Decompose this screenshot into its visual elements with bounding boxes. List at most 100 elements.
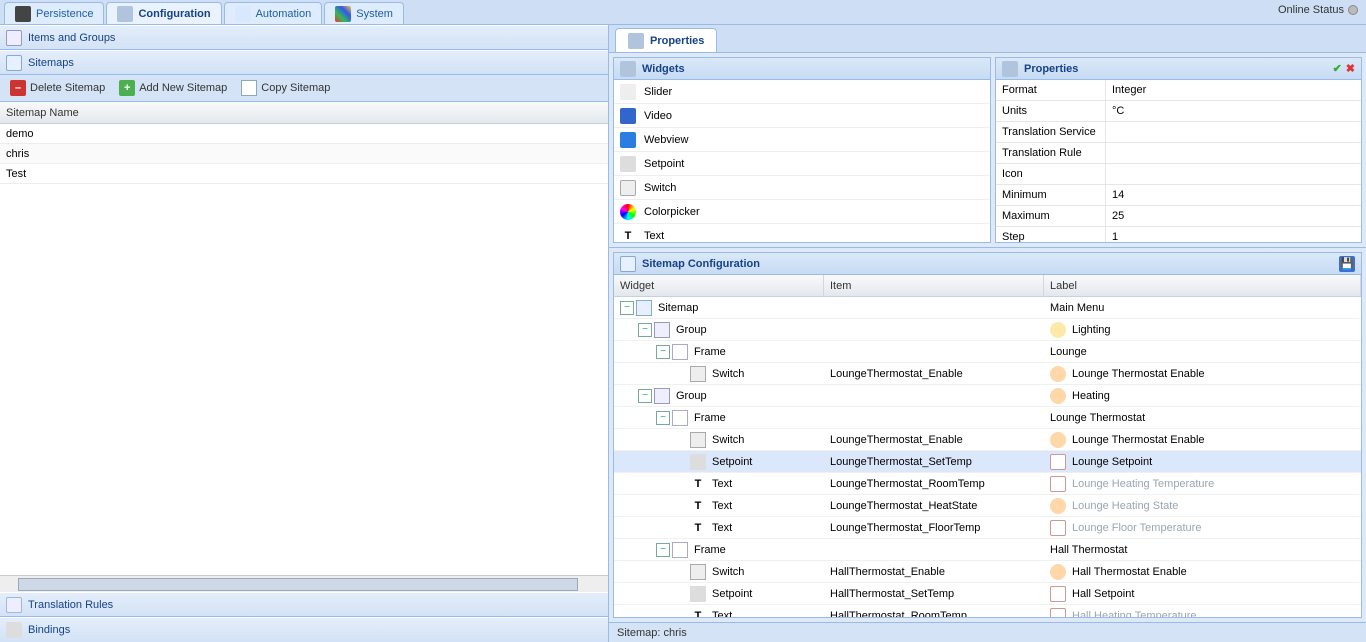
widget-colorpicker[interactable]: Colorpicker: [614, 200, 990, 224]
property-value[interactable]: [1106, 122, 1361, 142]
tree-row[interactable]: SwitchLoungeThermostat_EnableLounge Ther…: [614, 429, 1361, 451]
widget-name: Switch: [712, 368, 744, 380]
accordion-bindings[interactable]: Bindings: [0, 617, 608, 642]
frame-icon: [672, 542, 688, 558]
tab-persistence[interactable]: Persistence: [4, 2, 104, 24]
tab-automation[interactable]: Automation: [224, 2, 323, 24]
tree-row[interactable]: TTextLoungeThermostat_RoomTempLounge Hea…: [614, 473, 1361, 495]
label-text: Lounge Setpoint: [1072, 456, 1152, 468]
collapse-icon[interactable]: −: [656, 543, 670, 557]
tree-row[interactable]: SwitchHallThermostat_EnableHall Thermost…: [614, 561, 1361, 583]
therm-icon: [1050, 586, 1066, 602]
tree-row[interactable]: SetpointLoungeThermostat_SetTempLounge S…: [614, 451, 1361, 473]
tab-system[interactable]: System: [324, 2, 404, 24]
col-item[interactable]: Item: [824, 275, 1044, 296]
tree-row[interactable]: − Frame Hall Thermostat: [614, 539, 1361, 561]
therm-icon: [1050, 520, 1066, 536]
tree-row[interactable]: TTextLoungeThermostat_FloorTempLounge Fl…: [614, 517, 1361, 539]
switch-icon: [690, 432, 706, 448]
sitemap-row[interactable]: Test: [0, 164, 608, 184]
property-value[interactable]: Integer: [1106, 80, 1361, 100]
widget-switch[interactable]: Switch: [614, 176, 990, 200]
copy-sitemap-button[interactable]: Copy Sitemap: [235, 78, 336, 98]
tree-row[interactable]: −FrameLounge: [614, 341, 1361, 363]
property-row[interactable]: Maximum25: [996, 206, 1361, 227]
group-icon: [654, 388, 670, 404]
col-label[interactable]: Label: [1044, 275, 1361, 296]
accordion-translation-rules[interactable]: Translation Rules: [0, 592, 608, 617]
online-status: Online Status: [1278, 4, 1358, 16]
sitemap-config-panel: Sitemap Configuration 💾 Widget Item Labe…: [613, 252, 1362, 618]
property-value[interactable]: [1106, 164, 1361, 184]
sitemap-grid-header[interactable]: Sitemap Name: [0, 102, 608, 124]
tree-row[interactable]: SetpointHallThermostat_SetTempHall Setpo…: [614, 583, 1361, 605]
tree-row[interactable]: −GroupHeating: [614, 385, 1361, 407]
property-key: Units: [996, 101, 1106, 121]
widget-slider[interactable]: Slider: [614, 80, 990, 104]
property-value[interactable]: 1: [1106, 227, 1361, 242]
globe-icon: [620, 132, 636, 148]
property-value[interactable]: 25: [1106, 206, 1361, 226]
property-row[interactable]: Step1: [996, 227, 1361, 242]
save-icon[interactable]: 💾: [1339, 256, 1355, 272]
widget-text[interactable]: TText: [614, 224, 990, 242]
col-widget[interactable]: Widget: [614, 275, 824, 296]
widget-setpoint[interactable]: Setpoint: [614, 152, 990, 176]
property-value[interactable]: °C: [1106, 101, 1361, 121]
switch-icon: [620, 180, 636, 196]
widget-name: Group: [676, 390, 707, 402]
property-key: Maximum: [996, 206, 1106, 226]
sitemap-config-title: Sitemap Configuration: [642, 258, 760, 270]
property-row[interactable]: Translation Service: [996, 122, 1361, 143]
property-row[interactable]: Units°C: [996, 101, 1361, 122]
horizontal-scrollbar[interactable]: [0, 575, 608, 592]
label-text: Hall Setpoint: [1072, 588, 1134, 600]
collapse-icon[interactable]: −: [638, 323, 652, 337]
property-value[interactable]: [1106, 143, 1361, 163]
property-row[interactable]: FormatInteger: [996, 80, 1361, 101]
gear-icon: [628, 33, 644, 49]
tree-row[interactable]: −FrameLounge Thermostat: [614, 407, 1361, 429]
tree-row[interactable]: SwitchLoungeThermostat_EnableLounge Ther…: [614, 363, 1361, 385]
cancel-icon[interactable]: ✖: [1346, 62, 1355, 75]
accordion-sitemaps[interactable]: Sitemaps: [0, 50, 608, 75]
property-value[interactable]: 14: [1106, 185, 1361, 205]
sitemaps-label: Sitemaps: [28, 57, 74, 69]
tree-row[interactable]: −GroupLighting: [614, 319, 1361, 341]
sitemap-row[interactable]: chris: [0, 144, 608, 164]
widget-name: Text: [712, 610, 732, 618]
tree-row[interactable]: −SitemapMain Menu: [614, 297, 1361, 319]
property-key: Icon: [996, 164, 1106, 184]
collapse-icon[interactable]: −: [620, 301, 634, 315]
add-sitemap-button[interactable]: +Add New Sitemap: [113, 78, 233, 98]
widgets-title: Widgets: [642, 63, 685, 75]
collapse-icon[interactable]: −: [656, 345, 670, 359]
property-row[interactable]: Minimum14: [996, 185, 1361, 206]
left-column: Items and Groups Sitemaps –Delete Sitema…: [0, 25, 609, 642]
setp-icon: [690, 454, 706, 470]
widget-webview[interactable]: Webview: [614, 128, 990, 152]
minus-icon: –: [10, 80, 26, 96]
sitemap-icon: [620, 256, 636, 272]
widget-video[interactable]: Video: [614, 104, 990, 128]
tab-properties[interactable]: Properties: [615, 28, 717, 52]
item-name: HallThermostat_Enable: [824, 566, 1044, 578]
tree-row[interactable]: TTextLoungeThermostat_HeatStateLounge He…: [614, 495, 1361, 517]
apply-icon[interactable]: ✔: [1333, 62, 1342, 75]
label-text: Lounge Heating Temperature: [1072, 478, 1214, 490]
tree-row[interactable]: TTextHallThermostat_RoomTempHall Heating…: [614, 605, 1361, 617]
widgets-panel: Widgets SliderVideoWebviewSetpointSwitch…: [613, 57, 991, 243]
sitemap-row[interactable]: demo: [0, 124, 608, 144]
collapse-icon[interactable]: −: [656, 411, 670, 425]
property-row[interactable]: Translation Rule: [996, 143, 1361, 164]
plus-icon: +: [119, 80, 135, 96]
tab-configuration[interactable]: Configuration: [106, 2, 221, 24]
label-text: Hall Thermostat: [1050, 544, 1127, 556]
property-row[interactable]: Icon: [996, 164, 1361, 185]
widget-name: Frame: [694, 544, 726, 556]
collapse-icon[interactable]: −: [638, 389, 652, 403]
setp-icon: [620, 156, 636, 172]
switch-icon: [690, 366, 706, 382]
delete-sitemap-button[interactable]: –Delete Sitemap: [4, 78, 111, 98]
accordion-items-groups[interactable]: Items and Groups: [0, 25, 608, 50]
